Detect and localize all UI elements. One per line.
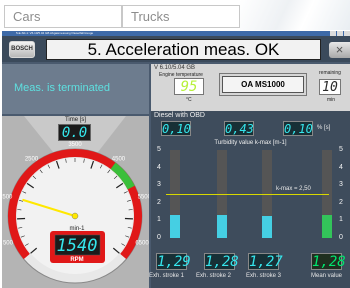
version-label: V 6.10/5.04 GB xyxy=(154,65,196,71)
gauge-label-2500: 2500 xyxy=(25,157,39,163)
turbidity-fill-2 xyxy=(217,215,227,238)
background-decor xyxy=(240,0,350,30)
status-message: Meas. is terminated xyxy=(14,82,110,94)
diesel-title: Diesel with OBD xyxy=(154,112,205,119)
gauge-label-500: 500 xyxy=(3,240,14,246)
gauge-label-6500: 6500 xyxy=(135,240,149,246)
logo-button[interactable]: BOSCH xyxy=(9,41,35,58)
remaining-unit: min xyxy=(327,97,336,103)
axis-tick-left-2: 2 xyxy=(157,198,161,206)
diesel-value-3: 0,10 xyxy=(283,121,313,136)
stroke-value-1: 1,29 xyxy=(156,253,191,270)
rpm-gauge: 500 1500 2500 3500 4500 5500 6500 1540 min-1 RPM xyxy=(2,116,149,284)
message-panel: Meas. is terminated xyxy=(2,64,149,114)
time-label: Time [s] xyxy=(64,117,87,123)
diesel-value-2: 0,43 xyxy=(224,121,254,136)
stroke-value-2: 1,28 xyxy=(204,253,239,270)
rpm-unit-top: min-1 xyxy=(69,226,85,232)
stroke-label-1: Exh. stroke 1 xyxy=(149,273,185,279)
kmax-line xyxy=(166,194,329,195)
diesel-panel: Diesel with OBD 0,10 0,43 0,10 % [s] Tur… xyxy=(149,111,350,288)
header-bar: BOSCH 5. Acceleration meas. OK × xyxy=(2,36,350,62)
time-value: 0.0 xyxy=(58,124,91,141)
tab-strip: Cars Trucks xyxy=(0,0,350,30)
axis-tick-right-0: 0 xyxy=(339,234,343,241)
axis-tick-right-2: 2 xyxy=(339,198,343,206)
turbidity-fill-3 xyxy=(262,215,272,238)
page-title: 5. Acceleration meas. OK xyxy=(46,39,321,60)
gauge-label-5500: 5500 xyxy=(138,194,149,200)
close-button[interactable]: × xyxy=(329,42,350,58)
stroke-label-3: Exh. stroke 3 xyxy=(246,273,282,279)
stroke-value-4: 1,28 xyxy=(311,253,346,270)
rpm-unit-bottom: RPM xyxy=(70,257,83,263)
turbidity-fill-4 xyxy=(322,215,332,238)
tab-cars[interactable]: Cars xyxy=(4,5,122,28)
axis-tick-left-3: 3 xyxy=(157,181,161,189)
diesel-value-1: 0,10 xyxy=(161,121,191,136)
engine-temp-value: 95 xyxy=(174,78,204,95)
axis-tick-right-5: 5 xyxy=(339,146,343,153)
stroke-label-4: Mean value xyxy=(311,273,343,279)
rpm-value: 1540 xyxy=(57,236,98,256)
turbidity-title: Turbidity value k-max [m-1] xyxy=(214,140,287,146)
gauge-label-1500: 1500 xyxy=(2,194,13,200)
rpm-gauge-panel: 5001500250035004500550065001540min-1RPM … xyxy=(2,116,149,288)
diesel-unit: % [s] xyxy=(317,125,331,131)
tab-trucks[interactable]: Trucks xyxy=(122,5,240,28)
engine-temp-unit: °C xyxy=(186,97,192,103)
axis-tick-right-3: 3 xyxy=(339,181,343,189)
info-panel: V 6.10/5.04 GB Engine temperature 95 °C … xyxy=(151,64,350,111)
gauge-hub xyxy=(71,212,79,220)
axis-tick-left-1: 1 xyxy=(157,216,161,224)
axis-tick-left-4: 4 xyxy=(157,163,161,171)
remaining-label: remaining xyxy=(319,70,341,76)
kmax-label: k-max = 2,50 xyxy=(275,186,312,192)
screen: Cars Trucks 5-E-S0-1: V6.10/5.04 GB Abga… xyxy=(0,0,350,288)
turbidity-fill-1 xyxy=(170,215,180,238)
stroke-label-2: Exh. stroke 2 xyxy=(196,273,232,279)
gauge-label-4500: 4500 xyxy=(112,157,126,163)
app-window: 5-E-S0-1: V6.10/5.04 GB Abgasmessung Die… xyxy=(2,31,350,288)
axis-tick-right-1: 1 xyxy=(339,216,343,224)
axis-tick-right-4: 4 xyxy=(339,163,343,171)
system-button[interactable]: OA MS1000 xyxy=(222,76,304,93)
remaining-value: 10 xyxy=(319,79,341,95)
stroke-value-3: 1,27 xyxy=(248,253,283,270)
axis-tick-left-0: 0 xyxy=(157,234,161,241)
gauge-label-3500: 3500 xyxy=(68,142,82,148)
axis-tick-left-5: 5 xyxy=(157,146,161,153)
